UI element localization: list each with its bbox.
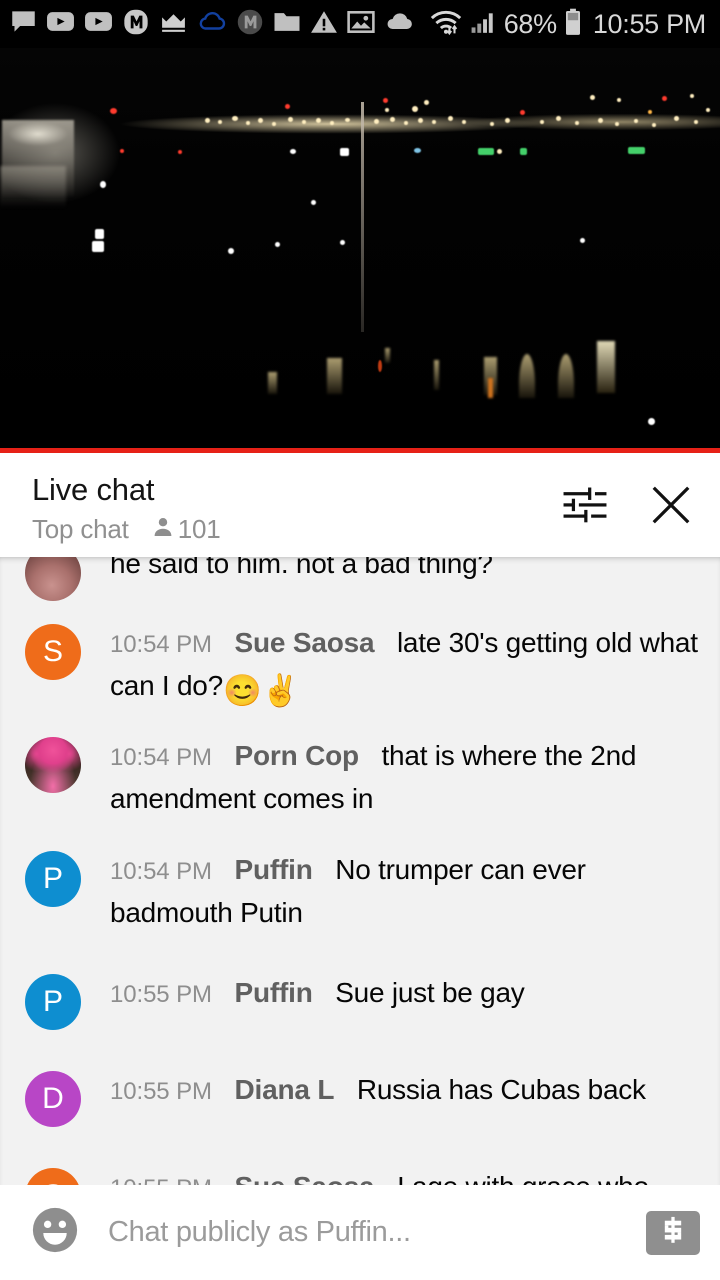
video-player[interactable] (0, 48, 720, 453)
message-body: Sue just be gay (335, 977, 525, 1008)
list-item[interactable]: S 10:54 PM Sue Saosa late 30's getting o… (0, 622, 720, 706)
message-author[interactable]: Diana L (235, 1074, 335, 1105)
chat-message-list[interactable]: he said to him. not a bad thing? S 10:54… (0, 557, 720, 1185)
image-icon (347, 9, 375, 40)
message-text: 10:55 PM Puffin Sue just be gay (110, 972, 704, 1030)
avatar-initial: S (42, 635, 63, 668)
message-text: 10:55 PM Diana L Russia has Cubas back (110, 1069, 704, 1127)
message-text: 10:54 PM Porn Cop that is where the 2nd … (110, 735, 704, 819)
avatar-initial: P (42, 985, 63, 1018)
wifi-icon (429, 8, 463, 41)
tune-sliders-icon (562, 485, 608, 530)
avatar[interactable] (25, 737, 81, 793)
battery-percent-label: 68% (503, 8, 557, 39)
avatar-initial: D (42, 1082, 64, 1115)
cloud-outline-icon (197, 9, 227, 39)
message-text: 10:54 PM Puffin No trumper can ever badm… (110, 849, 704, 933)
video-flagpole (361, 102, 364, 332)
cellular-signal-icon (470, 9, 497, 40)
emoji-picker-button[interactable] (28, 1206, 82, 1260)
message-author[interactable]: Puffin (235, 854, 313, 885)
message-author[interactable]: Sue Saosa (235, 627, 375, 658)
avatar-initial: P (42, 862, 63, 895)
warning-triangle-icon (310, 9, 338, 40)
message-timestamp: 10:55 PM (110, 1175, 212, 1185)
cloud-filled-icon (384, 10, 415, 39)
emoji-face-icon (29, 1204, 81, 1261)
chat-settings-button[interactable] (554, 477, 616, 539)
avatar[interactable]: S (25, 624, 81, 680)
live-chat-header-titles: Live chat Top chat 101 (32, 471, 554, 545)
list-item[interactable]: S 10:55 PM Sue Saosa I age with grace wh… (0, 1166, 720, 1185)
message-text: he said to him. not a bad thing? (110, 557, 704, 601)
folder-icon (273, 9, 301, 39)
message-timestamp: 10:55 PM (110, 1078, 212, 1105)
message-body: he said to him. not a bad thing? (110, 557, 493, 579)
video-memorial-base (0, 166, 66, 212)
message-text: 10:54 PM Sue Saosa late 30's getting old… (110, 622, 704, 706)
list-item[interactable]: P 10:54 PM Puffin No trumper can ever ba… (0, 849, 720, 933)
m-badge-icon (122, 8, 150, 41)
person-icon (151, 515, 175, 544)
status-bar-notification-icons (10, 8, 429, 41)
superchat-button[interactable] (646, 1210, 700, 1255)
live-chat-subheader: Top chat 101 (32, 514, 554, 545)
status-bar-clock: 10:55 PM (592, 8, 706, 39)
battery-icon (564, 8, 582, 41)
viewer-count-group: 101 (151, 514, 221, 545)
avatar[interactable]: P (25, 851, 81, 907)
message-bubble-icon (10, 8, 37, 40)
message-body: Russia has Cubas back (356, 1074, 646, 1105)
close-chat-button[interactable] (640, 477, 702, 539)
avatar[interactable] (25, 557, 81, 601)
message-text: 10:55 PM Sue Saosa I age with grace who … (110, 1166, 704, 1185)
list-item[interactable]: D 10:55 PM Diana L Russia has Cubas back (0, 1069, 720, 1127)
chat-input[interactable] (108, 1216, 632, 1249)
dollar-superchat-icon (656, 1215, 690, 1250)
list-item[interactable]: 10:54 PM Porn Cop that is where the 2nd … (0, 735, 720, 819)
m-circle-icon (236, 8, 264, 41)
close-x-icon (648, 482, 694, 533)
message-timestamp: 10:54 PM (110, 858, 212, 885)
youtube-icon (84, 8, 113, 40)
message-emoji: 😊✌ (222, 673, 300, 708)
crown-icon (159, 9, 188, 39)
youtube-icon (46, 8, 75, 40)
page-title: Live chat (32, 471, 155, 507)
status-bar-system-icons: 68% 10:55 PM (429, 8, 706, 41)
live-chat-header: Live chat Top chat 101 (0, 458, 720, 557)
live-chat-header-actions (554, 477, 702, 539)
app-root: 68% 10:55 PM Live chat Top chat 101 he s… (0, 0, 720, 1280)
message-author[interactable]: Porn Cop (235, 740, 360, 771)
chat-mode-label[interactable]: Top chat (32, 514, 129, 545)
avatar[interactable]: S (25, 1168, 81, 1185)
message-timestamp: 10:54 PM (110, 631, 212, 658)
list-item[interactable]: P 10:55 PM Puffin Sue just be gay (0, 972, 720, 1030)
status-bar: 68% 10:55 PM (0, 0, 720, 48)
chat-composer (0, 1185, 720, 1280)
message-author[interactable]: Puffin (235, 977, 313, 1008)
message-timestamp: 10:54 PM (110, 744, 212, 771)
avatar[interactable]: D (25, 1071, 81, 1127)
avatar[interactable]: P (25, 974, 81, 1030)
video-progress-bar[interactable] (0, 448, 720, 453)
message-author[interactable]: Sue Saosa (235, 1171, 375, 1185)
message-timestamp: 10:55 PM (110, 981, 212, 1008)
viewer-count-label: 101 (177, 513, 221, 544)
list-item[interactable]: he said to him. not a bad thing? (0, 557, 720, 601)
video-city-lights (0, 48, 720, 453)
